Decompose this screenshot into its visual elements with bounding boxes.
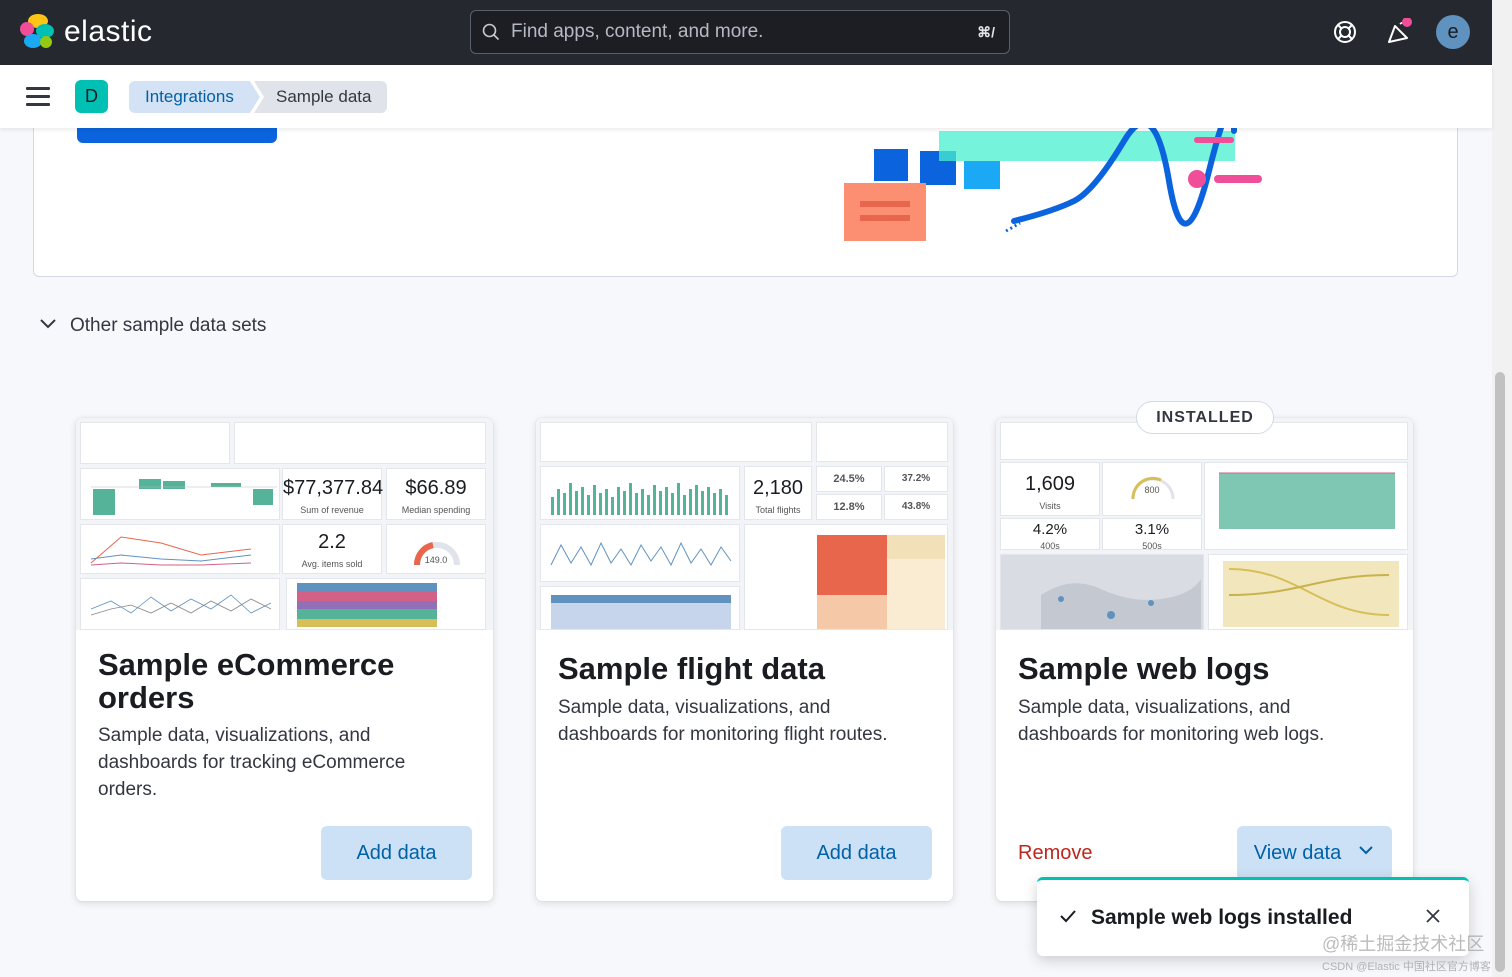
scrollbar-thumb[interactable] [1495, 372, 1505, 972]
accordion-label: Other sample data sets [70, 314, 267, 336]
user-avatar[interactable]: e [1436, 15, 1470, 49]
search-input[interactable] [511, 21, 978, 43]
flight-total-value: 2,180 [752, 477, 804, 499]
ecommerce-items-label: Avg. items sold [301, 559, 363, 569]
add-data-button[interactable]: Add data [781, 826, 932, 880]
ecommerce-items-value: 2.2 [318, 531, 346, 553]
card-description: Sample data, visualizations, and dashboa… [558, 697, 888, 745]
card-description: Sample data, visualizations, and dashboa… [98, 725, 406, 800]
card-title: Sample flight data [558, 651, 825, 686]
space-avatar[interactable]: D [75, 80, 108, 113]
sample-data-illustration [844, 121, 1262, 241]
sample-card-web-logs: 1,609 Visits 800 4.2% 400s 3.1% 500s Sam… [996, 418, 1413, 901]
weblogs-dashboard-preview: 1,609 Visits 800 4.2% 400s 3.1% 500s [996, 418, 1413, 630]
ecommerce-gauge-value: 149.0 [424, 555, 448, 565]
logo-text: elastic [64, 15, 153, 48]
flight-total-label: Total flights [755, 505, 801, 515]
top-header: elastic ⌘/ e [0, 0, 1492, 65]
weblogs-visits-value: 1,609 [1024, 473, 1076, 495]
other-sample-data-accordion[interactable]: Other sample data sets [38, 313, 266, 338]
flight-weather-pct: 37.2% [901, 473, 931, 484]
weblogs-400s-label: 400s [1040, 541, 1060, 551]
toast-title: Sample web logs installed [1091, 906, 1353, 929]
flight-other-pct: 43.8% [901, 501, 931, 512]
flight-cancelled-pct: 12.8% [833, 501, 865, 513]
elastic-logo-icon [20, 14, 56, 50]
ecommerce-revenue-value: $77,377.84 [283, 477, 384, 499]
card-title: Sample eCommerce orders [98, 647, 395, 715]
weblogs-500s-value: 3.1% [1134, 521, 1170, 538]
chevron-down-icon [1357, 841, 1375, 865]
installed-badge: INSTALLED [1136, 401, 1274, 434]
newsfeed-icon[interactable] [1385, 17, 1413, 46]
breadcrumb-bar: D Integrations Sample data [0, 65, 1492, 128]
ecommerce-dashboard-preview: $77,377.84 Sum of revenue $66.89 Median … [76, 418, 493, 630]
weblogs-gauge-value: 800 [1144, 485, 1160, 495]
view-data-label: View data [1253, 841, 1342, 864]
search-icon [471, 23, 511, 41]
sample-card-flight: 2,180 Total flights 24.5% 37.2% 12.8% 43… [536, 418, 953, 901]
watermark: @稀土掘金技术社区 [1322, 934, 1485, 954]
elastic-logo[interactable]: elastic [20, 14, 153, 50]
check-icon [1059, 907, 1077, 930]
weblogs-500s-label: 500s [1142, 541, 1162, 551]
weblogs-400s-value: 4.2% [1032, 521, 1068, 538]
ecommerce-revenue-label: Sum of revenue [300, 505, 364, 515]
chevron-down-icon [38, 313, 58, 338]
card-title: Sample web logs [1018, 651, 1270, 686]
watermark-source: CSDN @Elastic 中国社区官方博客 [1322, 961, 1491, 973]
ecommerce-median-value: $66.89 [405, 477, 467, 499]
weblogs-visits-label: Visits [1039, 501, 1061, 511]
remove-button[interactable]: Remove [1018, 842, 1092, 865]
flight-dashboard-preview: 2,180 Total flights 24.5% 37.2% 12.8% 43… [536, 418, 953, 630]
flight-delayed-pct: 24.5% [833, 473, 865, 485]
breadcrumb-integrations[interactable]: Integrations [129, 81, 260, 113]
ecommerce-gauge [414, 542, 460, 566]
menu-icon[interactable] [26, 87, 50, 107]
add-data-button[interactable]: Add data [321, 826, 472, 880]
card-description: Sample data, visualizations, and dashboa… [1018, 697, 1325, 745]
global-search[interactable]: ⌘/ [470, 10, 1010, 54]
view-data-button[interactable]: View data [1237, 826, 1392, 880]
search-shortcut: ⌘/ [977, 23, 995, 40]
close-icon[interactable] [1425, 908, 1441, 929]
ecommerce-median-label: Median spending [401, 505, 471, 515]
help-icon[interactable] [1331, 18, 1359, 46]
breadcrumb-sample-data: Sample data [254, 81, 388, 113]
sample-card-ecommerce: $77,377.84 Sum of revenue $66.89 Median … [76, 418, 493, 901]
